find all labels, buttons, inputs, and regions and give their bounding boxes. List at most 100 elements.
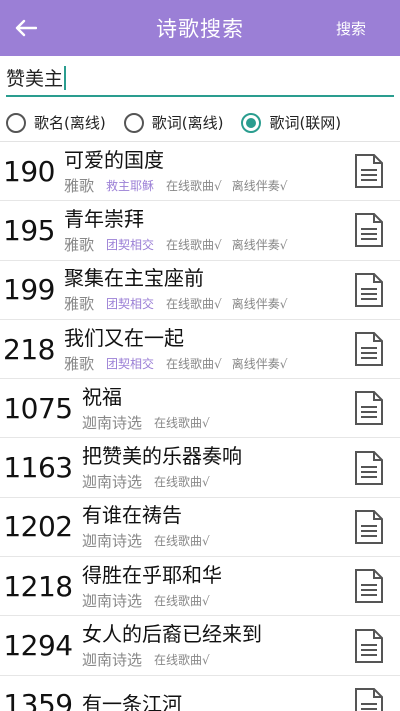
offline-accompaniment-flag: 离线伴奏√ — [231, 237, 288, 252]
song-source: 雅歌 — [64, 354, 95, 373]
song-info: 祝福 迦南诗选 在线歌曲√ — [76, 384, 354, 433]
song-title: 聚集在主宝座前 — [64, 266, 204, 291]
search-input[interactable]: 赞美主 — [6, 64, 67, 91]
song-number: 218 — [3, 332, 55, 366]
song-title: 有谁在祷告 — [82, 503, 182, 528]
song-number: 1202 — [3, 510, 73, 544]
online-song-flag: 在线歌曲√ — [166, 297, 222, 312]
radio-label: 歌名(离线) — [34, 114, 106, 132]
radio-circle-checked — [241, 112, 262, 133]
song-title: 青年崇拜 — [64, 206, 144, 231]
search-button[interactable]: 搜索 — [336, 18, 366, 39]
song-number: 1218 — [3, 569, 73, 603]
song-source: 雅歌 — [64, 176, 95, 195]
song-meta: 迦南诗选 在线歌曲√ — [82, 590, 354, 611]
song-info: 有谁在祷告 迦南诗选 在线歌曲√ — [76, 502, 354, 551]
song-source: 迦南诗选 — [82, 591, 143, 610]
online-song-flag: 在线歌曲√ — [154, 653, 210, 668]
song-info: 有一条江河 — [76, 691, 354, 711]
song-category: 团契相交 — [106, 237, 155, 252]
offline-accompaniment-flag: 离线伴奏√ — [231, 297, 288, 312]
result-row[interactable]: 1163 把赞美的乐器奏响 迦南诗选 在线歌曲√ — [0, 438, 400, 498]
song-title: 女人的后裔已经来到 — [82, 622, 262, 647]
song-number: 190 — [3, 154, 55, 188]
lyrics-document-icon[interactable] — [354, 331, 384, 367]
text-caret — [64, 65, 67, 90]
radio-circle — [6, 112, 26, 133]
song-info: 聚集在主宝座前雅歌 团契相交 在线歌曲√ 离线伴奏√ — [58, 265, 354, 314]
offline-accompaniment-flag: 离线伴奏√ — [231, 178, 288, 193]
lyrics-document-icon[interactable] — [354, 687, 384, 711]
results-list: 190 可爱的国度 雅歌 救主耶稣 在线歌曲√ 离线伴奏√ 195 青年崇拜 雅歌 团契相交 在线歌… — [0, 142, 400, 711]
song-info: 女人的后裔已经来到迦南诗选 在线歌曲√ — [76, 621, 354, 670]
lyrics-document-icon[interactable] — [354, 272, 384, 308]
song-source: 迦南诗选 — [82, 651, 143, 670]
result-row[interactable]: 1218 得胜在乎耶和华 迦南诗选 在线歌曲√ — [0, 557, 400, 617]
search-underline — [6, 95, 394, 97]
radio-lyrics-online[interactable]: 歌词(联网) — [241, 112, 341, 133]
lyrics-document-icon[interactable] — [354, 450, 384, 486]
radio-label: 歌词(离线) — [151, 114, 224, 132]
arrow-left-icon — [15, 19, 37, 37]
song-category: 团契相交 — [106, 356, 155, 371]
online-song-flag: 在线歌曲√ — [154, 475, 210, 490]
song-number: 1075 — [3, 391, 73, 425]
song-info: 青年崇拜雅歌 团契相交 在线歌曲√ 离线伴奏√ — [58, 206, 354, 255]
online-song-flag: 在线歌曲√ — [166, 356, 222, 371]
result-row[interactable]: 218 我们又在一起 雅歌 团契相交 在线歌曲√ 离线伴奏√ — [0, 320, 400, 380]
lyrics-document-icon[interactable] — [354, 568, 384, 604]
lyrics-document-icon[interactable] — [354, 153, 384, 189]
result-row[interactable]: 1294 女人的后裔已经来到 迦南诗选 在线歌曲√ — [0, 616, 400, 676]
song-meta: 雅歌 团契相交 在线歌曲√ 离线伴奏√ — [64, 234, 354, 255]
offline-accompaniment-flag: 离线伴奏√ — [231, 356, 288, 371]
song-info: 可爱的国度雅歌 救主耶稣 在线歌曲√ 离线伴奏√ — [58, 147, 354, 196]
result-row[interactable]: 1359 有一条江河 — [0, 676, 400, 711]
song-meta: 雅歌 团契相交 在线歌曲√ 离线伴奏√ — [64, 293, 354, 314]
song-number: 195 — [3, 213, 55, 247]
result-row[interactable]: 1202 有谁在祷告 迦南诗选 在线歌曲√ — [0, 498, 400, 558]
back-button[interactable] — [10, 12, 42, 44]
search-mode-group: 歌名(离线) 歌词(离线) 歌词(联网) — [0, 104, 400, 142]
lyrics-document-icon[interactable] — [354, 390, 384, 426]
lyrics-document-icon[interactable] — [354, 628, 384, 664]
song-meta: 迦南诗选 在线歌曲√ — [82, 412, 354, 433]
online-song-flag: 在线歌曲√ — [154, 415, 210, 430]
song-info: 得胜在乎耶和华迦南诗选 在线歌曲√ — [76, 562, 354, 611]
song-info: 我们又在一起 雅歌 团契相交 在线歌曲√ 离线伴奏√ — [58, 325, 354, 374]
song-source: 迦南诗选 — [82, 473, 143, 492]
song-title: 得胜在乎耶和华 — [82, 562, 222, 587]
song-meta: 迦南诗选 在线歌曲√ — [82, 530, 354, 551]
song-meta: 雅歌 团契相交 在线歌曲√ 离线伴奏√ — [64, 353, 354, 374]
lyrics-document-icon[interactable] — [354, 509, 384, 545]
song-title: 有一条江河 — [82, 691, 182, 711]
song-info: 把赞美的乐器奏响 迦南诗选 在线歌曲√ — [76, 443, 354, 492]
song-meta: 迦南诗选 在线歌曲√ — [82, 471, 354, 492]
page-title: 诗歌搜索 — [156, 17, 244, 41]
online-song-flag: 在线歌曲√ — [166, 178, 222, 193]
song-number: 1294 — [3, 629, 73, 663]
song-category: 团契相交 — [106, 297, 155, 312]
song-number: 1359 — [3, 688, 73, 711]
radio-title-offline[interactable]: 歌名(离线) — [6, 112, 106, 133]
song-source: 迦南诗选 — [82, 532, 143, 551]
song-title: 可爱的国度 — [64, 147, 164, 172]
song-category: 救主耶稣 — [106, 178, 155, 193]
lyrics-document-icon[interactable] — [354, 212, 384, 248]
song-number: 1163 — [3, 451, 73, 485]
online-song-flag: 在线歌曲√ — [166, 237, 222, 252]
search-input-value: 赞美主 — [6, 68, 64, 90]
song-title: 把赞美的乐器奏响 — [82, 444, 242, 469]
song-source: 迦南诗选 — [82, 413, 143, 432]
radio-label: 歌词(联网) — [269, 114, 342, 132]
song-meta: 雅歌 救主耶稣 在线歌曲√ 离线伴奏√ — [64, 175, 354, 196]
result-row[interactable]: 1075 祝福 迦南诗选 在线歌曲√ — [0, 379, 400, 439]
song-source: 雅歌 — [64, 235, 95, 254]
radio-lyrics-offline[interactable]: 歌词(离线) — [123, 112, 224, 133]
online-song-flag: 在线歌曲√ — [154, 593, 210, 608]
result-row[interactable]: 195 青年崇拜雅歌 团契相交 在线歌曲√ 离线伴奏√ — [0, 201, 400, 261]
search-field[interactable]: 赞美主 — [0, 56, 400, 104]
song-source: 雅歌 — [64, 295, 95, 314]
result-row[interactable]: 190 可爱的国度雅歌 救主耶稣 在线歌曲√ 离线伴奏√ — [0, 142, 400, 202]
result-row[interactable]: 199 聚集在主宝座前 雅歌 团契相交 在线歌曲√ 离线伴奏√ — [0, 261, 400, 320]
radio-circle — [123, 112, 144, 133]
